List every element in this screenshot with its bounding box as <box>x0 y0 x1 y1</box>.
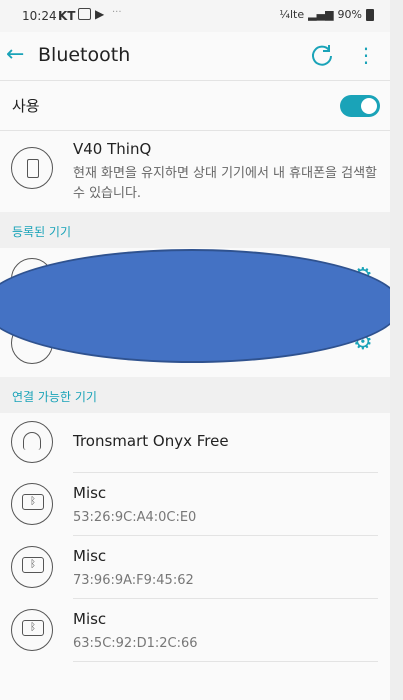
list-item[interactable]: ᛒ Misc 73:96:9A:F9:45:62 <box>0 536 390 598</box>
paired-section-header: 등록된 기기 <box>0 212 390 248</box>
device-visibility-text: 현재 화면을 유지하면 상대 기기에서 내 휴대폰을 검색할 수 있습니다. <box>73 166 378 201</box>
status-bar: 10:24 KT ▶ ··· ¼lte ▂▄▆ 90% <box>0 0 390 32</box>
available-section-label: 연결 가능한 기기 <box>12 390 97 404</box>
status-right: ¼lte ▂▄▆ 90% <box>279 8 374 21</box>
more-vert-icon[interactable]: ⋮ <box>356 42 376 68</box>
headset-icon <box>11 421 53 463</box>
bluetooth-device-icon: ᛒ <box>11 483 53 525</box>
device-name: V40 ThinQ <box>73 140 152 158</box>
status-carrier: KT <box>58 9 76 23</box>
list-item[interactable]: ᛒ Misc 63:5C:92:D1:2C:66 <box>0 599 390 661</box>
signal-icon: ▂▄▆ <box>308 8 334 21</box>
edge-strip <box>390 0 403 700</box>
toolbar: ← Bluetooth ⋮ <box>0 32 390 80</box>
list-item[interactable]: Tronsmart Onyx Free <box>0 411 390 473</box>
available-section-header: 연결 가능한 기기 <box>0 377 390 413</box>
divider <box>73 661 378 662</box>
page-title: Bluetooth <box>38 44 131 66</box>
paired-section-label: 등록된 기기 <box>12 225 72 239</box>
device-name: Tronsmart Onyx Free <box>73 432 229 450</box>
device-address: 73:96:9A:F9:45:62 <box>73 573 194 588</box>
list-item[interactable]: ᛒ Misc 53:26:9C:A4:0C:E0 <box>0 473 390 535</box>
switch-knob <box>361 98 377 114</box>
play-icon: ▶ <box>95 7 105 21</box>
device-name: Misc <box>73 547 107 565</box>
bluetooth-toggle-row[interactable]: 사용 <box>0 80 390 130</box>
battery-percent: 90% <box>337 8 362 21</box>
toggle-label: 사용 <box>12 97 40 115</box>
redaction-ellipse <box>0 249 402 363</box>
notification-dots-icon: ··· <box>112 7 122 18</box>
device-name: Misc <box>73 610 107 628</box>
refresh-icon[interactable] <box>309 42 335 68</box>
battery-icon <box>366 8 374 21</box>
status-time: 10:24 <box>22 9 57 23</box>
message-icon <box>78 8 91 20</box>
device-name: Misc <box>73 484 107 502</box>
device-address: 63:5C:92:D1:2C:66 <box>73 636 198 651</box>
network-type: ¼lte <box>279 8 305 21</box>
device-address: 53:26:9C:A4:0C:E0 <box>73 510 197 525</box>
bluetooth-device-icon: ᛒ <box>11 609 53 651</box>
bluetooth-device-icon: ᛒ <box>11 546 53 588</box>
this-device-info: V40 ThinQ 현재 화면을 유지하면 상대 기기에서 내 휴대폰을 검색할… <box>0 130 390 212</box>
phone-icon <box>11 147 53 189</box>
bluetooth-switch[interactable] <box>340 95 380 117</box>
back-arrow-icon[interactable]: ← <box>6 40 30 70</box>
